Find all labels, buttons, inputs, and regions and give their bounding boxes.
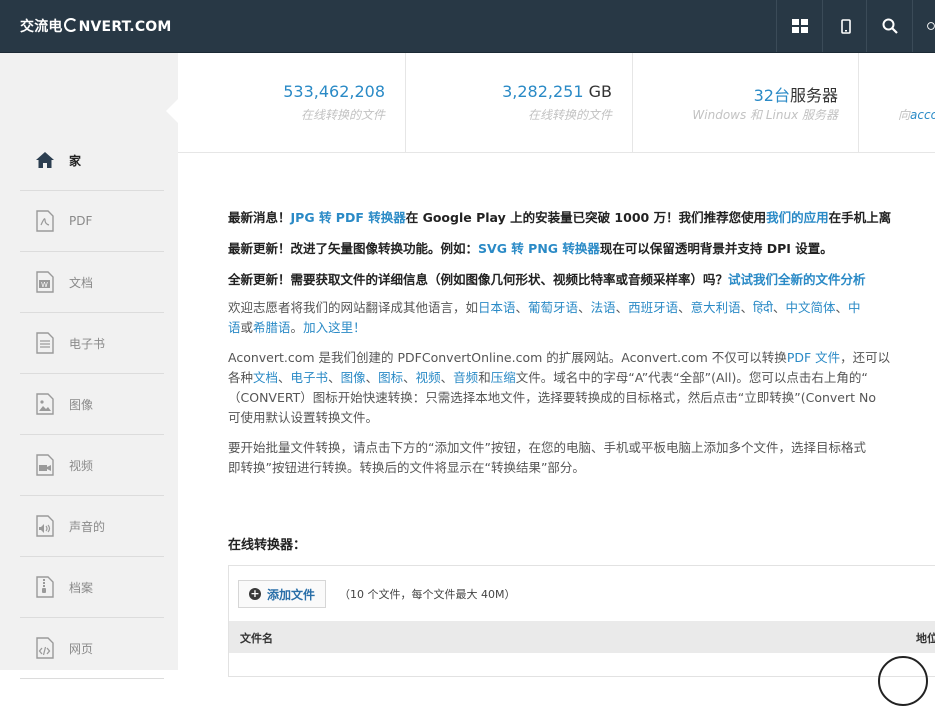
- video-link[interactable]: 视频: [416, 370, 441, 385]
- stat-account: 向acco: [858, 53, 935, 152]
- sidebar-item-label: 视频: [69, 458, 94, 473]
- top-navbar: 交流电 NVERT.COM: [0, 0, 935, 53]
- audio-link[interactable]: 音频: [453, 370, 478, 385]
- lang-link[interactable]: 中: [848, 300, 861, 315]
- lang-link[interactable]: हिंदी: [753, 300, 773, 315]
- active-indicator: [166, 99, 178, 123]
- sidebar-item-home[interactable]: 家: [20, 130, 164, 191]
- mobile-icon: [841, 18, 851, 34]
- file-limit-note: （10 个文件，每个文件最大 40M）: [339, 588, 516, 601]
- sidebar-item-ebook[interactable]: 电子书: [20, 313, 164, 374]
- sidebar-item-label: 图像: [69, 397, 94, 412]
- sidebar-item-audio[interactable]: 声音的: [20, 496, 164, 557]
- our-app-link[interactable]: 我们的应用: [766, 210, 829, 225]
- stats-bar: 533,462,208 在线转换的文件 3,282,251 GB 在线转换的文件…: [178, 53, 935, 153]
- grid-button[interactable]: [776, 0, 823, 52]
- news-line-3: 全新更新！需要获取文件的详细信息（例如图像几何形状、视频比特率或音频采样率）吗？…: [228, 272, 866, 287]
- sidebar-item-pdf[interactable]: PDF: [20, 191, 164, 252]
- svg-text:W: W: [41, 281, 48, 289]
- sidebar-item-video[interactable]: 视频: [20, 435, 164, 496]
- lang-link[interactable]: 西班牙语: [628, 300, 678, 315]
- howto-paragraph: 要开始批量文件转换，请点击下方的“添加文件”按钮，在您的电脑、手机或平板电脑上添…: [228, 440, 866, 475]
- lang-link[interactable]: 意大利语: [691, 300, 741, 315]
- sidebar-item-label: PDF: [69, 214, 93, 228]
- jpg-to-pdf-link[interactable]: JPG 转 PDF 转换器: [291, 210, 406, 225]
- sidebar-item-label: 家: [69, 153, 82, 168]
- grid-icon: [792, 19, 808, 33]
- translate-paragraph: 欢迎志愿者将我们的网站翻译成其他语言，如日本语、葡萄牙语、法语、西班牙语、意大利…: [228, 300, 861, 335]
- help-icon: [927, 22, 935, 30]
- lang-link[interactable]: 日本语: [478, 300, 516, 315]
- add-files-button[interactable]: + 添加文件: [238, 580, 326, 608]
- lang-link[interactable]: 语: [228, 320, 241, 335]
- ebook-link[interactable]: 电子书: [291, 370, 329, 385]
- pdf-file-icon: [34, 210, 56, 232]
- sidebar-item-label: 声音的: [69, 519, 106, 534]
- image-link[interactable]: 图像: [341, 370, 366, 385]
- stat-files-converted: 533,462,208 在线转换的文件: [178, 53, 406, 152]
- code-file-icon: [34, 637, 56, 659]
- column-status: 地位: [916, 632, 935, 645]
- document-link[interactable]: 文档: [253, 370, 278, 385]
- home-icon: [34, 149, 56, 171]
- icon-link[interactable]: 图标: [378, 370, 403, 385]
- sidebar-item-document[interactable]: W 文档: [20, 252, 164, 313]
- join-here-link[interactable]: 加入这里！: [303, 320, 366, 335]
- sidebar-item-label: 电子书: [69, 336, 106, 351]
- stat-label: 在线转换的文件: [300, 108, 385, 122]
- file-table-header: 文件名 地位: [229, 621, 935, 653]
- ebook-icon: [34, 332, 56, 354]
- sidebar-item-image[interactable]: 图像: [20, 374, 164, 435]
- news-line-1: 最新消息！JPG 转 PDF 转换器在 Google Play 上的安装量已突破…: [228, 210, 892, 225]
- stat-number: 32台服务器: [753, 86, 838, 105]
- converter-panel: + 添加文件 （10 个文件，每个文件最大 40M） 文件名 地位: [228, 565, 935, 677]
- video-file-icon: [34, 454, 56, 476]
- stat-data-converted: 3,282,251 GB 在线转换的文件: [405, 53, 633, 152]
- logo-suffix: NVERT.COM: [78, 19, 172, 35]
- lang-link[interactable]: 中文简体: [785, 300, 835, 315]
- news-line-2: 最新更新！改进了矢量图像转换功能。例如：SVG 转 PNG 转换器现在可以保留透…: [228, 241, 833, 256]
- pdf-file-link[interactable]: PDF 文件: [787, 350, 840, 365]
- audio-file-icon: [34, 515, 56, 537]
- sidebar-item-label: 档案: [69, 580, 94, 595]
- stat-label: 向acco: [898, 108, 935, 122]
- stat-servers: 32台服务器 Windows 和 Linux 服务器: [632, 53, 859, 152]
- help-button[interactable]: [912, 0, 935, 52]
- main-content: 最新消息！JPG 转 PDF 转换器在 Google Play 上的安装量已突破…: [228, 205, 935, 478]
- column-filename: 文件名: [240, 632, 273, 645]
- circle-icon: [878, 656, 928, 706]
- search-icon: [882, 18, 898, 34]
- word-file-icon: W: [34, 271, 56, 293]
- converter-title: 在线转换器：: [228, 538, 307, 553]
- archive-link[interactable]: 压缩: [491, 370, 516, 385]
- stat-label: Windows 和 Linux 服务器: [692, 108, 838, 122]
- site-logo[interactable]: 交流电 NVERT.COM: [20, 16, 172, 36]
- logo-c-icon: [63, 18, 78, 32]
- stat-number: 533,462,208: [283, 82, 385, 101]
- archive-file-icon: [34, 576, 56, 598]
- lang-link[interactable]: 葡萄牙语: [528, 300, 578, 315]
- image-file-icon: [34, 393, 56, 415]
- plus-icon: +: [248, 587, 261, 600]
- search-button[interactable]: [866, 0, 913, 52]
- logo-prefix: 交流电: [20, 19, 63, 35]
- sidebar-item-label: 网页: [69, 641, 94, 656]
- greek-link[interactable]: 希腊语: [253, 320, 291, 335]
- stat-label: 在线转换的文件: [527, 108, 612, 122]
- mobile-button[interactable]: [822, 0, 869, 52]
- about-paragraph: Aconvert.com 是我们创建的 PDFConvertOnline.com…: [228, 350, 891, 425]
- stat-number: 3,282,251 GB: [502, 82, 612, 101]
- sidebar-item-archive[interactable]: 档案: [20, 557, 164, 618]
- file-analysis-link[interactable]: 试试我们全新的文件分析: [728, 272, 866, 287]
- svg-to-png-link[interactable]: SVG 转 PNG 转换器: [478, 241, 600, 256]
- sidebar-item-label: 文档: [69, 275, 94, 290]
- lang-link[interactable]: 法语: [591, 300, 616, 315]
